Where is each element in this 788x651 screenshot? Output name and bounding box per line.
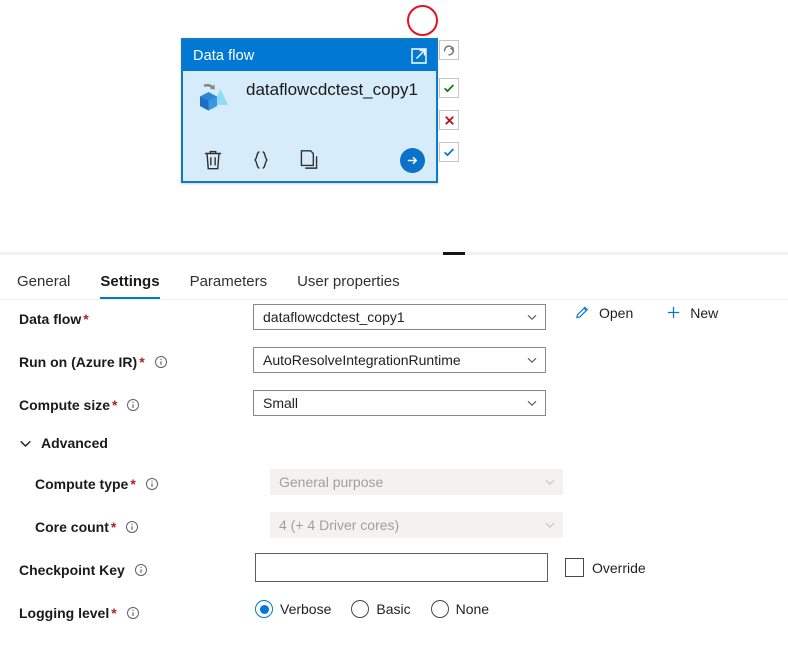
- run-on-value: AutoResolveIntegrationRuntime: [263, 352, 461, 368]
- open-dataflow-button[interactable]: Open: [574, 304, 633, 321]
- radio-option-verbose[interactable]: Verbose: [255, 600, 331, 618]
- info-icon[interactable]: [126, 398, 140, 415]
- data-flow-actions: Open New: [574, 304, 750, 321]
- compute-size-dropdown[interactable]: Small: [253, 390, 546, 416]
- required-asterisk: *: [112, 397, 118, 413]
- panel-resize-handle[interactable]: [443, 252, 465, 255]
- info-icon[interactable]: [126, 606, 140, 623]
- advanced-label: Advanced: [41, 435, 108, 451]
- core-count-value: 4 (+ 4 Driver cores): [279, 517, 400, 533]
- checkpoint-key-input[interactable]: [255, 553, 548, 582]
- info-icon[interactable]: [145, 477, 159, 494]
- node-actions: [183, 139, 436, 181]
- delete-icon[interactable]: [200, 147, 248, 173]
- pencil-icon: [576, 306, 589, 319]
- status-failure-icon[interactable]: [439, 110, 459, 130]
- required-asterisk: *: [139, 354, 145, 370]
- form-row-checkpoint-key: Checkpoint Key Override: [0, 551, 788, 594]
- data-flow-dropdown[interactable]: dataflowcdctest_copy1: [253, 304, 546, 330]
- code-braces-icon[interactable]: [248, 147, 296, 173]
- checkpoint-key-label: Checkpoint Key: [19, 562, 148, 580]
- chevron-down-icon: [545, 522, 555, 529]
- required-asterisk: *: [110, 519, 117, 535]
- compute-type-label: Compute type *: [35, 476, 159, 494]
- tab-settings[interactable]: Settings: [100, 273, 160, 299]
- compute-size-value: Small: [263, 395, 299, 411]
- info-icon[interactable]: [134, 563, 148, 580]
- core-count-dropdown: 4 (+ 4 Driver cores): [270, 512, 563, 538]
- chevron-down-icon: [20, 440, 31, 447]
- logging-level-radio-group: Verbose Basic None: [255, 600, 509, 618]
- form-row-compute-size: Compute size * Small: [0, 386, 788, 429]
- node-body: dataflowcdctest_copy1: [183, 71, 436, 139]
- panel-divider: [0, 252, 788, 255]
- run-activity-button[interactable]: [400, 147, 425, 173]
- form-row-advanced: Advanced: [0, 429, 788, 465]
- data-flow-label: Data flow *: [19, 311, 89, 327]
- node-title: Data flow: [193, 47, 255, 64]
- data-flow-value: dataflowcdctest_copy1: [263, 309, 405, 325]
- radio-circle: [430, 600, 449, 618]
- node-name: dataflowcdctest_copy1: [246, 80, 418, 99]
- tab-parameters[interactable]: Parameters: [190, 273, 268, 299]
- status-success-icon[interactable]: [439, 78, 459, 98]
- radio-label: Basic: [376, 601, 411, 617]
- pipeline-canvas: Data flow dataflowcdctest_copy1: [0, 0, 788, 252]
- dataflow-icon: [193, 79, 235, 124]
- new-dataflow-button[interactable]: New: [665, 304, 718, 321]
- status-completion-icon[interactable]: [439, 142, 459, 162]
- form-row-data-flow: Data flow * dataflowcdctest_copy1 Open Ne…: [0, 300, 788, 343]
- override-label: Override: [592, 559, 646, 576]
- chevron-down-icon: [527, 400, 537, 407]
- checkbox-box: [565, 558, 584, 577]
- run-on-dropdown[interactable]: AutoResolveIntegrationRuntime: [253, 347, 546, 373]
- properties-tabstrip: General Settings Parameters User propert…: [0, 262, 788, 300]
- required-asterisk: *: [83, 311, 89, 327]
- radio-label: None: [455, 601, 490, 617]
- duplicate-icon[interactable]: [296, 147, 344, 173]
- required-asterisk: *: [111, 605, 117, 621]
- info-icon[interactable]: [154, 355, 168, 372]
- chevron-down-icon: [527, 357, 537, 364]
- tab-general[interactable]: General: [17, 273, 70, 299]
- radio-circle: [255, 600, 273, 618]
- run-on-label: Run on (Azure IR) *: [19, 354, 168, 372]
- new-label: New: [690, 304, 719, 321]
- compute-size-label: Compute size *: [19, 397, 140, 415]
- settings-form: Data flow * dataflowcdctest_copy1 Open Ne…: [0, 300, 788, 637]
- open-label: Open: [599, 304, 634, 321]
- compute-type-value: General purpose: [279, 474, 384, 490]
- chevron-down-icon: [527, 314, 537, 321]
- node-header: Data flow: [183, 40, 436, 71]
- annotation-circle: [407, 5, 438, 36]
- form-row-compute-type: Compute type * General purpose: [0, 465, 788, 508]
- form-row-logging-level: Logging level * Verbose Basic None: [0, 594, 788, 637]
- form-row-core-count: Core count * 4 (+ 4 Driver cores): [0, 508, 788, 551]
- required-asterisk: *: [130, 476, 136, 492]
- radio-circle: [351, 600, 370, 618]
- status-retry-icon[interactable]: [439, 40, 459, 60]
- advanced-section-toggle[interactable]: Advanced: [19, 435, 108, 451]
- core-count-label: Core count *: [35, 519, 139, 537]
- radio-option-basic[interactable]: Basic: [351, 600, 411, 618]
- dataflow-activity-node[interactable]: Data flow dataflowcdctest_copy1: [181, 38, 438, 183]
- plus-icon: [668, 306, 680, 319]
- chevron-down-icon: [545, 479, 555, 486]
- radio-label: Verbose: [280, 601, 332, 617]
- radio-option-none[interactable]: None: [430, 600, 490, 618]
- override-checkbox[interactable]: Override: [565, 558, 646, 577]
- tab-user-properties[interactable]: User properties: [297, 273, 400, 299]
- open-in-new-icon[interactable]: [409, 46, 429, 66]
- compute-type-dropdown: General purpose: [270, 469, 563, 495]
- info-icon[interactable]: [125, 520, 139, 537]
- form-row-run-on: Run on (Azure IR) * AutoResolveIntegratio…: [0, 343, 788, 386]
- logging-level-label: Logging level *: [19, 605, 140, 623]
